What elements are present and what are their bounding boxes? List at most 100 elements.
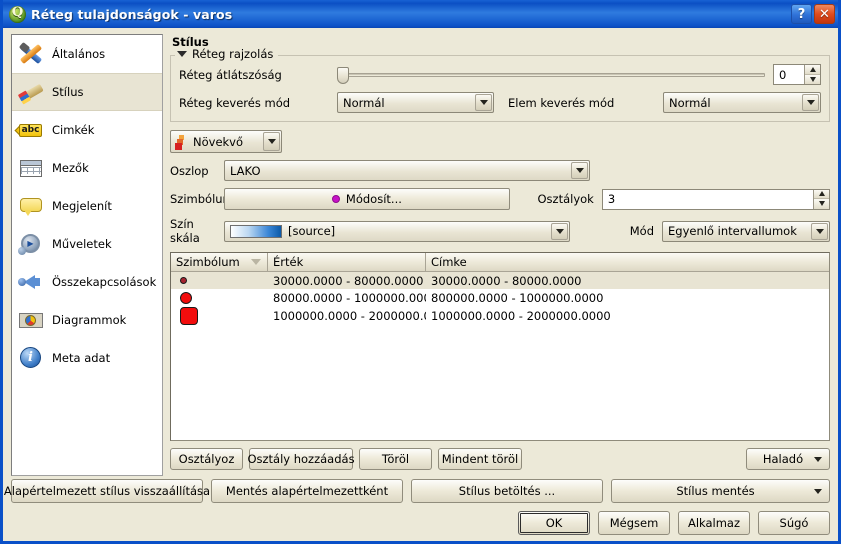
sort-arrow-icon[interactable] [251, 259, 261, 265]
help-icon[interactable]: ? [791, 4, 812, 24]
classes-spinbox[interactable]: 3 [601, 188, 831, 210]
chevron-down-icon[interactable] [814, 457, 822, 462]
chevron-down-icon[interactable] [551, 222, 568, 240]
table-icon [18, 155, 44, 181]
delete-all-button[interactable]: Mindent töröl [438, 448, 522, 470]
sidebar-item-fields[interactable]: Mezők [12, 149, 162, 187]
row-symbol[interactable] [171, 291, 268, 304]
collapse-triangle-icon[interactable] [177, 51, 187, 57]
spin-up-icon[interactable] [805, 65, 820, 75]
column-combo[interactable]: LAKO [224, 160, 590, 181]
sidebar-item-general[interactable]: Általános [12, 35, 162, 73]
classify-button[interactable]: Osztályoz [170, 448, 243, 470]
classes-table[interactable]: Szimbólum Érték Címke 30000.0000 - 80000… [170, 252, 830, 441]
column-header-label[interactable]: Címke [426, 253, 829, 272]
color-ramp-swatch [230, 224, 282, 238]
ok-button[interactable]: OK [518, 511, 590, 535]
large-red-square-icon [180, 307, 198, 325]
sidebar-item-joins[interactable]: Összekapcsolások [12, 263, 162, 301]
feature-blend-label: Elem keverés mód [508, 95, 615, 110]
sidebar-item-metadata[interactable]: Meta adat [12, 339, 162, 377]
sidebar-item-label: Meta adat [52, 350, 111, 365]
layer-blend-combo[interactable]: Normál [337, 92, 494, 113]
sidebar-item-diagrams[interactable]: Diagrammok [12, 301, 162, 339]
row-symbol[interactable] [171, 307, 268, 325]
group-header[interactable]: Réteg rajzolás [175, 47, 279, 61]
feature-blend-combo[interactable]: Normál [663, 92, 821, 113]
sidebar-item-label: Összekapcsolások [52, 274, 157, 289]
mode-value: Egyenlő intervallumok [668, 224, 797, 238]
header-label: Érték [273, 255, 304, 269]
save-default-style-button[interactable]: Mentés alapértelmezettként [211, 479, 403, 503]
chevron-down-icon[interactable] [802, 94, 819, 111]
symbol-row: Szimbólum Módosít... Osztályok 3 [170, 188, 831, 210]
window-title: Réteg tulajdonságok - varos [31, 6, 233, 22]
colorramp-combo[interactable]: [source] [224, 220, 570, 242]
title-bar[interactable]: Réteg tulajdonságok - varos ? ✕ [3, 0, 838, 28]
row-value: 80000.0000 - 1000000.0000 [273, 290, 426, 305]
save-style-button[interactable]: Stílus mentés [611, 479, 830, 503]
spin-up-icon[interactable] [814, 189, 830, 199]
blend-modes-row: Réteg keverés mód Normál Elem keverés mó… [179, 92, 821, 113]
small-red-circle-icon [180, 277, 187, 284]
header-label: Címke [431, 255, 467, 269]
close-icon[interactable]: ✕ [814, 4, 835, 24]
transparency-spinbox[interactable]: 0 [773, 64, 821, 85]
graduated-renderer-icon [175, 134, 189, 150]
spin-down-icon[interactable] [805, 74, 820, 84]
sidebar-item-label: Megjelenít [52, 198, 112, 213]
sidebar-item-label: Stílus [52, 85, 84, 99]
column-label: Oszlop [170, 163, 209, 178]
paintbrush-icon [17, 79, 44, 105]
dialog-buttons-row: OK Mégsem Alkalmaz Súgó [11, 511, 830, 535]
tools-icon [18, 41, 44, 67]
spin-buttons[interactable] [804, 65, 820, 84]
chevron-down-icon[interactable] [571, 162, 588, 179]
column-header-value[interactable]: Érték [268, 253, 426, 272]
table-row[interactable]: 80000.0000 - 1000000.0000 800000.0000 - … [171, 289, 829, 306]
feature-blend-value: Normál [669, 95, 711, 110]
mode-combo[interactable]: Egyenlő intervallumok [662, 220, 830, 242]
chevron-down-icon[interactable] [475, 94, 492, 111]
change-symbol-label: Módosít... [345, 192, 402, 206]
sidebar-item-style[interactable]: Stílus [12, 73, 162, 111]
sidebar-item-label: Mezők [52, 160, 89, 175]
column-header-symbol[interactable]: Szimbólum [171, 253, 268, 272]
dialog-body: Általános Stílus Cimkék Mezők Megjelenít [3, 28, 838, 541]
save-style-label: Stílus mentés [676, 484, 755, 498]
slider-handle[interactable] [337, 66, 349, 84]
cancel-button[interactable]: Mégsem [598, 511, 670, 535]
load-style-button[interactable]: Stílus betöltés ... [411, 479, 603, 503]
spin-down-icon[interactable] [814, 199, 830, 209]
change-symbol-button[interactable]: Módosít... [224, 188, 510, 210]
help-button[interactable]: Súgó [758, 511, 830, 535]
sidebar-item-label: Diagrammok [52, 312, 127, 327]
table-row[interactable]: 1000000.0000 - 2000000.0000 1000000.0000… [171, 306, 829, 326]
transparency-row: Réteg átlátszóság 0 [179, 64, 821, 85]
qgis-logo-icon [9, 5, 26, 23]
transparency-slider[interactable] [337, 65, 765, 85]
chevron-down-icon[interactable] [263, 132, 280, 151]
spin-buttons[interactable] [813, 189, 830, 209]
delete-class-button[interactable]: Töröl [359, 448, 432, 470]
chevron-down-icon[interactable] [811, 222, 828, 240]
row-symbol[interactable] [171, 277, 268, 284]
class-actions-row: Osztályoz Osztály hozzáadás Töröl Minden… [170, 448, 830, 470]
info-icon [18, 345, 44, 371]
table-row[interactable]: 30000.0000 - 80000.0000 30000.0000 - 800… [171, 272, 829, 289]
chevron-down-icon[interactable] [814, 489, 822, 494]
sidebar-item-label: Műveletek [52, 236, 112, 251]
layer-properties-dialog: Réteg tulajdonságok - varos ? ✕ Általáno… [0, 0, 841, 544]
sidebar-item-actions[interactable]: Műveletek [12, 225, 162, 263]
style-actions-row: Alapértelmezett stílus visszaállítása Me… [4, 479, 830, 503]
window-controls: ? ✕ [791, 4, 835, 24]
restore-default-style-button[interactable]: Alapértelmezett stílus visszaállítása [4, 479, 210, 503]
apply-button[interactable]: Alkalmaz [678, 511, 750, 535]
symbol-preview-icon [331, 195, 340, 203]
renderer-type-combo[interactable]: Növekvő [170, 130, 282, 153]
sidebar-item-labels[interactable]: Cimkék [12, 111, 162, 149]
sidebar-item-display[interactable]: Megjelenít [12, 187, 162, 225]
advanced-menu-button[interactable]: Haladó [746, 448, 830, 470]
settings-sidebar[interactable]: Általános Stílus Cimkék Mezők Megjelenít [11, 34, 163, 476]
add-class-button[interactable]: Osztály hozzáadás [247, 448, 355, 470]
